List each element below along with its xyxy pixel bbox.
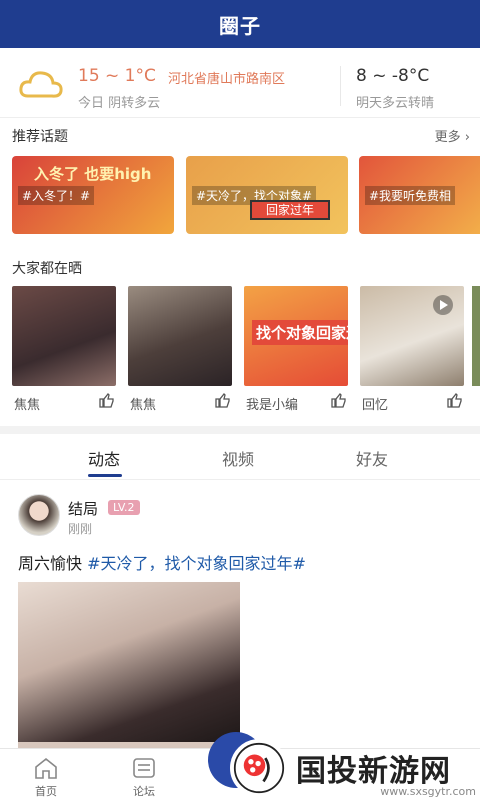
tomorrow-temperature: 8 ~ -8°C [356, 66, 430, 86]
topic-banner: 回家过年 [250, 200, 330, 220]
nav-forum-label: 论坛 [133, 785, 155, 798]
topic-card[interactable]: #天冷了，找个对象# 回家过年 [186, 156, 348, 234]
watermark-logo [230, 739, 288, 797]
watermark-url: www.sxsgytr.com [380, 785, 476, 798]
share-card[interactable]: 找个对象回家过 我是小编 [244, 286, 348, 413]
like-icon[interactable] [98, 392, 114, 408]
weather-divider [340, 66, 341, 106]
nav-home[interactable]: 首页 [16, 755, 76, 799]
more-topics-link[interactable]: 更多 › [435, 126, 470, 145]
topic-banner-text: 入冬了 也要high [34, 165, 152, 183]
nav-home-label: 首页 [35, 785, 57, 798]
cloud-icon [19, 71, 63, 98]
post-image[interactable] [18, 582, 240, 742]
topics-section-title: 推荐话题 [12, 129, 68, 145]
section-separator [0, 426, 480, 434]
share-image [12, 286, 116, 386]
nav-forum[interactable]: 论坛 [114, 755, 174, 799]
post-hashtag[interactable]: #天冷了，找个对象回家过年# [87, 554, 306, 573]
topic-tag: #入冬了！# [18, 186, 95, 205]
tab-videos[interactable]: 视频 [222, 446, 254, 470]
watermark-text: 国投新游网 [296, 754, 451, 789]
share-card[interactable]: 焦焦 [12, 286, 116, 413]
share-image-partial [472, 286, 480, 386]
share-card[interactable]: 回忆 [360, 286, 464, 413]
topic-card[interactable]: #我要听免费相 [359, 156, 480, 234]
tab-dynamics[interactable]: 动态 [88, 446, 120, 470]
like-icon[interactable] [330, 392, 346, 408]
play-icon [433, 295, 453, 315]
share-image [128, 286, 232, 386]
share-image [360, 286, 464, 386]
today-description: 今日 阴转多云 [78, 96, 161, 111]
avatar[interactable] [18, 494, 60, 536]
weather-panel[interactable]: 15 ~ 1°C 河北省唐山市路南区 今日 阴转多云 8 ~ -8°C 明天多云… [0, 52, 480, 118]
watermark: 国投新游网 www.sxsgytr.com [230, 736, 480, 800]
today-temperature: 15 ~ 1°C [78, 66, 156, 86]
location-label: 河北省唐山市路南区 [168, 72, 286, 87]
page-title: 圈子 [219, 13, 261, 38]
active-tab-indicator [88, 474, 122, 477]
post-username[interactable]: 结局 [68, 498, 98, 519]
like-icon[interactable] [214, 392, 230, 408]
share-author: 回忆 [362, 398, 389, 413]
share-author: 焦焦 [130, 398, 157, 413]
home-icon [35, 757, 57, 779]
topic-tag: #我要听免费相 [365, 186, 456, 205]
level-badge: LV.2 [108, 500, 140, 515]
top-header: 圈子 [0, 0, 480, 48]
topic-card[interactable]: #入冬了！# 入冬了 也要high [12, 156, 174, 234]
feed-tabs: 动态 视频 好友 [0, 434, 480, 480]
share-image-text: 找个对象回家过 [252, 320, 348, 345]
like-icon[interactable] [446, 392, 462, 408]
sharing-section-title: 大家都在晒 [12, 261, 82, 277]
share-author: 焦焦 [14, 398, 41, 413]
post-text: 周六愉快 #天冷了，找个对象回家过年# [18, 550, 306, 574]
tomorrow-description: 明天多云转晴 [356, 96, 435, 111]
post-time: 刚刚 [68, 522, 93, 536]
post-text-plain: 周六愉快 [18, 554, 88, 573]
share-card[interactable]: 焦焦 [128, 286, 232, 413]
share-image: 找个对象回家过 [244, 286, 348, 386]
share-author: 我是小编 [246, 398, 299, 413]
tab-friends[interactable]: 好友 [356, 446, 388, 470]
forum-icon [133, 758, 155, 778]
